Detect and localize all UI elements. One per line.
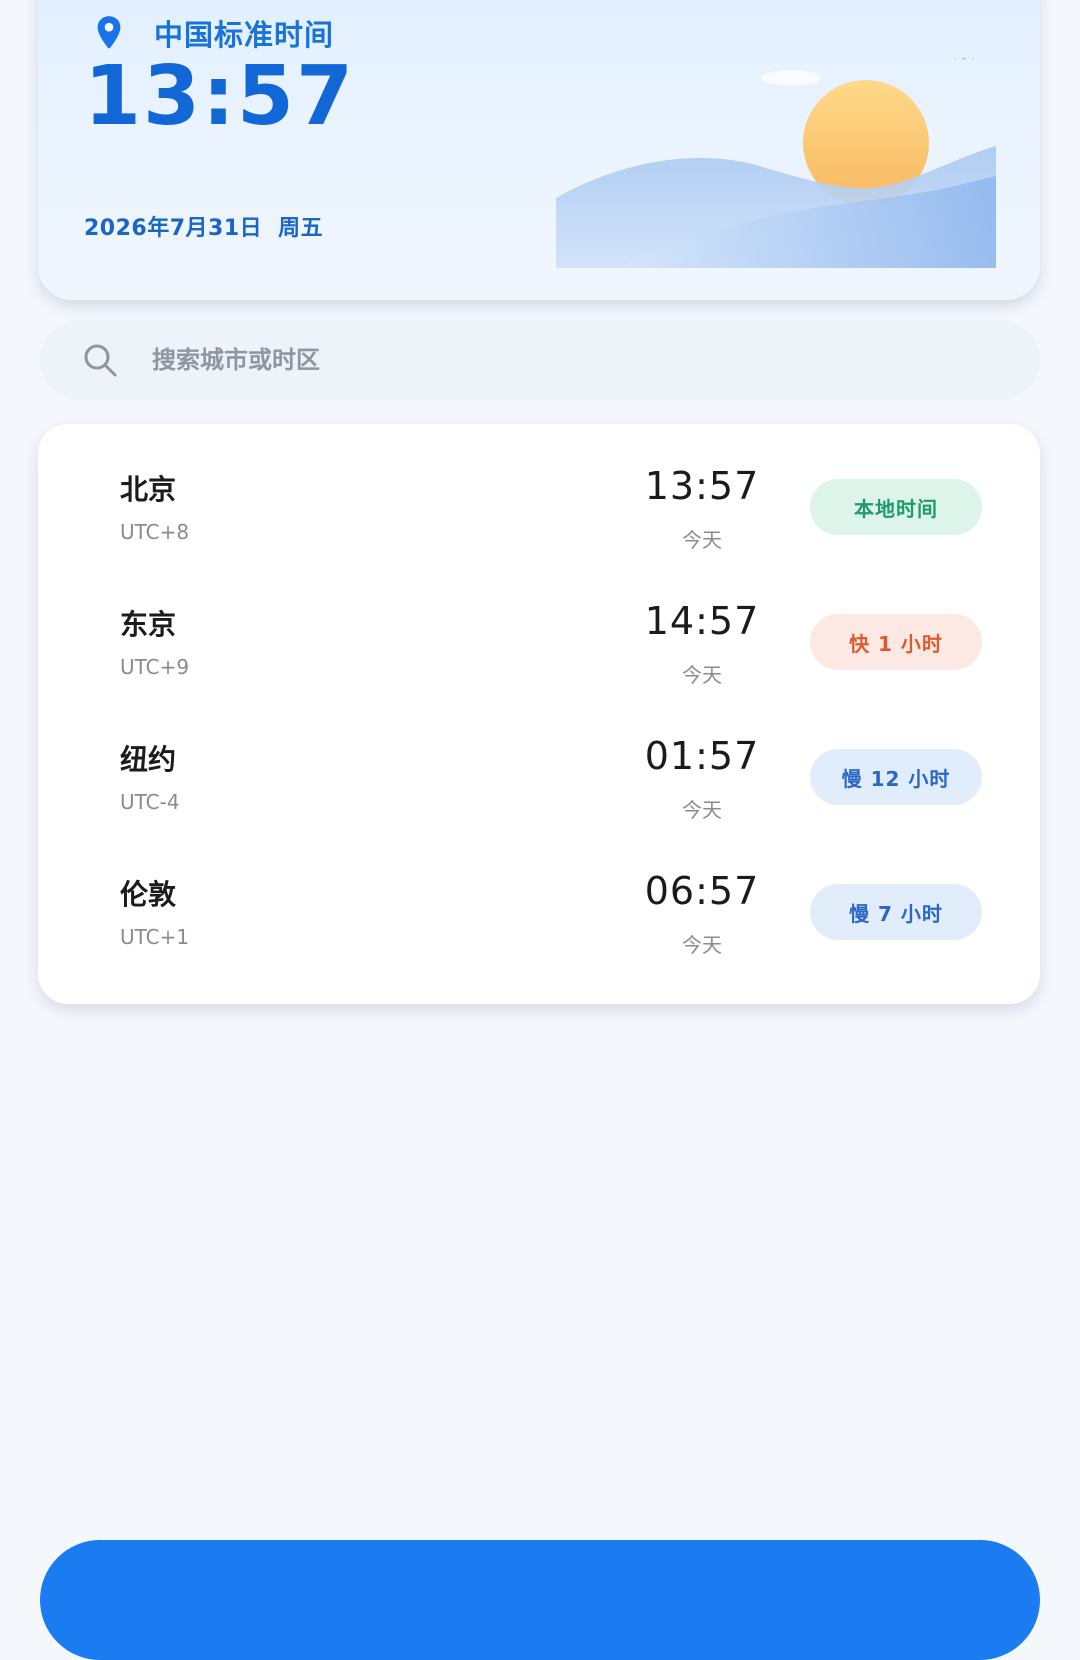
search-input[interactable] bbox=[150, 345, 854, 375]
list-item-city[interactable]: 纽约 UTC-4 01:57 今天 慢 12 小时 bbox=[38, 694, 1040, 829]
utc-offset: UTC+8 bbox=[120, 520, 190, 544]
time-difference-badge: 本地时间 bbox=[810, 479, 982, 535]
primary-action-button[interactable] bbox=[40, 1540, 1040, 1660]
city-name: 伦敦 bbox=[120, 878, 177, 911]
utc-offset: UTC+1 bbox=[120, 925, 190, 949]
city-name: 纽约 bbox=[120, 743, 177, 776]
local-time-card: 中国标准时间 13:57 2026年7月31日 周五 bbox=[38, 0, 1040, 300]
time-difference-badge: 慢 12 小时 bbox=[810, 749, 982, 805]
city-time: 01:57 bbox=[644, 734, 760, 778]
utc-offset: UTC-4 bbox=[120, 790, 180, 814]
city-time: 14:57 bbox=[644, 599, 760, 643]
sunrise-mountains-illustration bbox=[556, 58, 996, 268]
date-text: 2026年7月31日 bbox=[84, 216, 263, 241]
city-time: 13:57 bbox=[644, 464, 760, 508]
city-list: 北京 UTC+8 13:57 今天 本地时间 东京 UTC+9 14:57 今天… bbox=[38, 424, 1040, 1004]
timezone-title: 中国标准时间 bbox=[154, 18, 335, 52]
city-day: 今天 bbox=[682, 528, 722, 552]
city-day: 今天 bbox=[682, 933, 722, 957]
current-time: 13:57 bbox=[84, 49, 356, 144]
city-name: 东京 bbox=[120, 608, 177, 641]
time-difference-badge: 快 1 小时 bbox=[810, 614, 982, 670]
utc-offset: UTC+9 bbox=[120, 655, 190, 679]
list-item-city[interactable]: 伦敦 UTC+1 06:57 今天 慢 7 小时 bbox=[38, 829, 1040, 964]
search-icon bbox=[84, 344, 117, 377]
list-item-city[interactable]: 东京 UTC+9 14:57 今天 快 1 小时 bbox=[38, 559, 1040, 694]
current-date: 2026年7月31日 周五 bbox=[84, 210, 323, 242]
city-day: 今天 bbox=[682, 798, 722, 822]
weekday-text: 周五 bbox=[278, 216, 324, 241]
location-row: 中国标准时间 bbox=[94, 12, 334, 54]
location-pin-icon bbox=[97, 16, 121, 49]
search-bar[interactable] bbox=[40, 320, 1040, 400]
time-difference-badge: 慢 7 小时 bbox=[810, 884, 982, 940]
list-item-city[interactable]: 北京 UTC+8 13:57 今天 本地时间 bbox=[38, 424, 1040, 559]
city-name: 北京 bbox=[120, 473, 177, 506]
city-day: 今天 bbox=[682, 663, 722, 687]
city-time: 06:57 bbox=[644, 869, 760, 913]
